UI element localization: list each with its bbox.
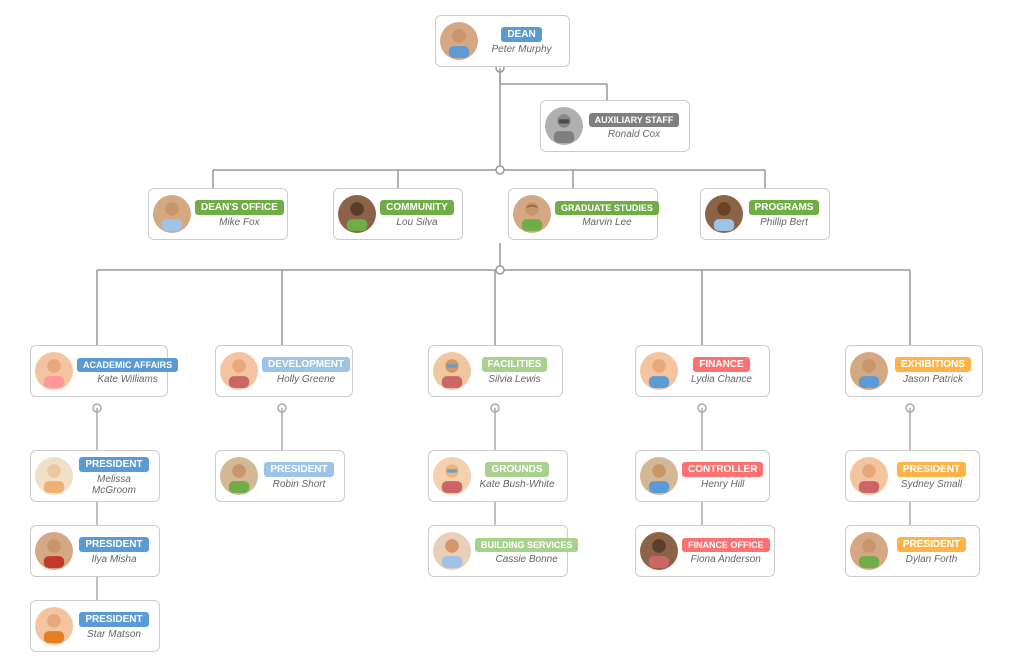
node-exhibitions[interactable]: EXHIBITIONS Jason Patrick <box>845 345 983 397</box>
community-label: COMMUNITY <box>380 200 454 215</box>
graduate-label: GRADUATE STUDIES <box>555 201 659 215</box>
dean-label: DEAN <box>501 27 541 42</box>
node-community[interactable]: COMMUNITY Lou Silva <box>333 188 463 240</box>
node-building[interactable]: BUILDING SERVICES Cassie Bonne <box>428 525 568 577</box>
programs-name: Phillip Bert <box>760 217 808 228</box>
pres-melissa-label: PRESIDENT <box>79 457 148 472</box>
pres-dylan-name: Dylan Forth <box>906 554 958 565</box>
node-pres-star[interactable]: PRESIDENT Star Matson <box>30 600 160 652</box>
academic-name: Kate Williams <box>97 374 157 385</box>
auxiliary-name: Ronald Cox <box>608 129 660 140</box>
deans-office-label: DEAN'S OFFICE <box>195 200 284 215</box>
academic-label: ACADEMIC AFFAIRS <box>77 358 178 372</box>
development-name: Holly Greene <box>277 374 335 385</box>
org-chart: DEAN Peter Murphy AUXILIARY STAFF Ronald… <box>0 0 1032 30</box>
exhibitions-name: Jason Patrick <box>903 374 963 385</box>
node-facilities[interactable]: FACILITIES Silvia Lewis <box>428 345 563 397</box>
community-name: Lou Silva <box>396 217 437 228</box>
facilities-label: FACILITIES <box>482 357 548 372</box>
pres-sydney-name: Sydney Small <box>901 479 962 490</box>
node-finance-office[interactable]: FINANCE OFFICE Fiona Anderson <box>635 525 775 577</box>
building-label: BUILDING SERVICES <box>475 538 578 552</box>
node-pres-melissa[interactable]: PRESIDENT Melissa McGroom <box>30 450 160 502</box>
node-pres-dylan[interactable]: PRESIDENT Dylan Forth <box>845 525 980 577</box>
pres-robin-name: Robin Short <box>273 479 326 490</box>
facilities-name: Silvia Lewis <box>488 374 540 385</box>
pres-dylan-label: PRESIDENT <box>897 537 966 552</box>
node-controller[interactable]: CONTROLLER Henry Hill <box>635 450 770 502</box>
finance-office-label: FINANCE OFFICE <box>682 538 770 552</box>
pres-robin-label: PRESIDENT <box>264 462 333 477</box>
pres-melissa-name: Melissa McGroom <box>77 474 151 496</box>
node-dean[interactable]: DEAN Peter Murphy <box>435 15 570 67</box>
programs-label: PROGRAMS <box>749 200 820 215</box>
finance-name: Lydia Chance <box>691 374 752 385</box>
node-pres-ilya[interactable]: PRESIDENT Ilya Misha <box>30 525 160 577</box>
dean-name: Peter Murphy <box>491 44 551 55</box>
exhibitions-label: EXHIBITIONS <box>895 357 971 372</box>
node-development[interactable]: DEVELOPMENT Holly Greene <box>215 345 353 397</box>
building-name: Cassie Bonne <box>496 554 558 565</box>
finance-office-name: Fiona Anderson <box>691 554 761 565</box>
graduate-name: Marvin Lee <box>582 217 631 228</box>
pres-star-name: Star Matson <box>87 629 141 640</box>
grounds-name: Kate Bush-White <box>479 479 554 490</box>
node-programs[interactable]: PROGRAMS Phillip Bert <box>700 188 830 240</box>
auxiliary-label: AUXILIARY STAFF <box>589 113 680 127</box>
pres-sydney-label: PRESIDENT <box>897 462 966 477</box>
development-label: DEVELOPMENT <box>262 357 350 372</box>
grounds-label: GROUNDS <box>485 462 548 477</box>
node-auxiliary[interactable]: AUXILIARY STAFF Ronald Cox <box>540 100 690 152</box>
node-graduate[interactable]: GRADUATE STUDIES Marvin Lee <box>508 188 658 240</box>
controller-name: Henry Hill <box>701 479 744 490</box>
finance-label: FINANCE <box>693 357 749 372</box>
node-pres-sydney[interactable]: PRESIDENT Sydney Small <box>845 450 980 502</box>
controller-label: CONTROLLER <box>682 462 763 477</box>
pres-ilya-name: Ilya Misha <box>91 554 136 565</box>
pres-star-label: PRESIDENT <box>79 612 148 627</box>
deans-office-name: Mike Fox <box>219 217 260 228</box>
node-finance[interactable]: FINANCE Lydia Chance <box>635 345 770 397</box>
pres-ilya-label: PRESIDENT <box>79 537 148 552</box>
node-pres-robin[interactable]: PRESIDENT Robin Short <box>215 450 345 502</box>
node-grounds[interactable]: GROUNDS Kate Bush-White <box>428 450 568 502</box>
node-deans-office[interactable]: DEAN'S OFFICE Mike Fox <box>148 188 288 240</box>
node-academic[interactable]: ACADEMIC AFFAIRS Kate Williams <box>30 345 168 397</box>
